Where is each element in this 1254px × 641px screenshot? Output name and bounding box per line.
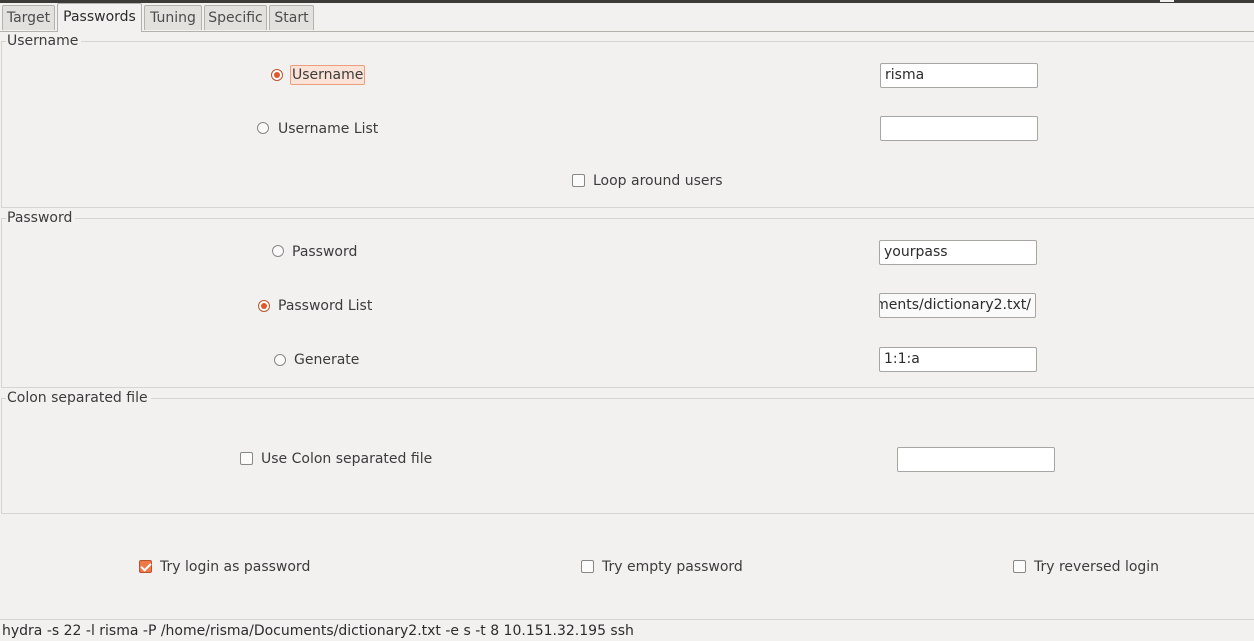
generate-input[interactable]: 1:1:a [879, 347, 1037, 372]
password-frame-title: Password [6, 209, 76, 227]
tab-specific[interactable]: Specific [204, 5, 267, 30]
password-list-input[interactable]: /home/risma/Documents/dictionary2.txt [879, 293, 1036, 318]
password-radio-label[interactable]: Password [292, 243, 357, 261]
username-list-input[interactable] [880, 116, 1038, 141]
generate-radio[interactable] [274, 354, 286, 366]
username-list-label[interactable]: Username List [278, 120, 378, 138]
tab-start[interactable]: Start [269, 5, 314, 30]
password-frame: Password [1, 209, 1254, 388]
tab-tuning[interactable]: Tuning [144, 5, 202, 30]
tab-passwords[interactable]: Passwords [57, 3, 142, 32]
password-radio[interactable] [272, 245, 284, 257]
password-input[interactable]: yourpass [879, 240, 1037, 265]
username-input[interactable]: risma [880, 63, 1038, 88]
colon-file-frame-title: Colon separated file [6, 389, 151, 407]
colon-file-frame: Colon separated file [1, 389, 1254, 514]
username-frame-title: Username [6, 32, 82, 50]
username-radio-label[interactable]: Username [290, 65, 366, 85]
tab-bar: Target Passwords Tuning Specific Start [0, 3, 1254, 32]
try-reversed-checkbox[interactable] [1013, 560, 1026, 573]
colon-file-input[interactable] [897, 447, 1055, 472]
command-line-text: hydra -s 22 -l risma -P /home/risma/Docu… [2, 623, 634, 639]
loop-users-label[interactable]: Loop around users [593, 172, 723, 190]
status-bar: hydra -s 22 -l risma -P /home/risma/Docu… [0, 619, 1254, 641]
try-reversed-label[interactable]: Try reversed login [1034, 558, 1159, 576]
tab-target[interactable]: Target [2, 5, 55, 30]
generate-label[interactable]: Generate [294, 351, 359, 369]
password-list-radio[interactable] [258, 300, 270, 312]
username-list-radio[interactable] [257, 122, 269, 134]
use-colon-file-label[interactable]: Use Colon separated file [261, 450, 432, 468]
try-login-checkbox[interactable] [139, 560, 152, 573]
username-radio[interactable] [271, 69, 283, 81]
try-login-label[interactable]: Try login as password [160, 558, 310, 576]
window-top-mark [1160, 0, 1174, 2]
use-colon-file-checkbox[interactable] [240, 452, 253, 465]
password-list-label[interactable]: Password List [278, 297, 372, 315]
loop-users-checkbox[interactable] [572, 174, 585, 187]
try-empty-checkbox[interactable] [581, 560, 594, 573]
try-empty-label[interactable]: Try empty password [602, 558, 743, 576]
